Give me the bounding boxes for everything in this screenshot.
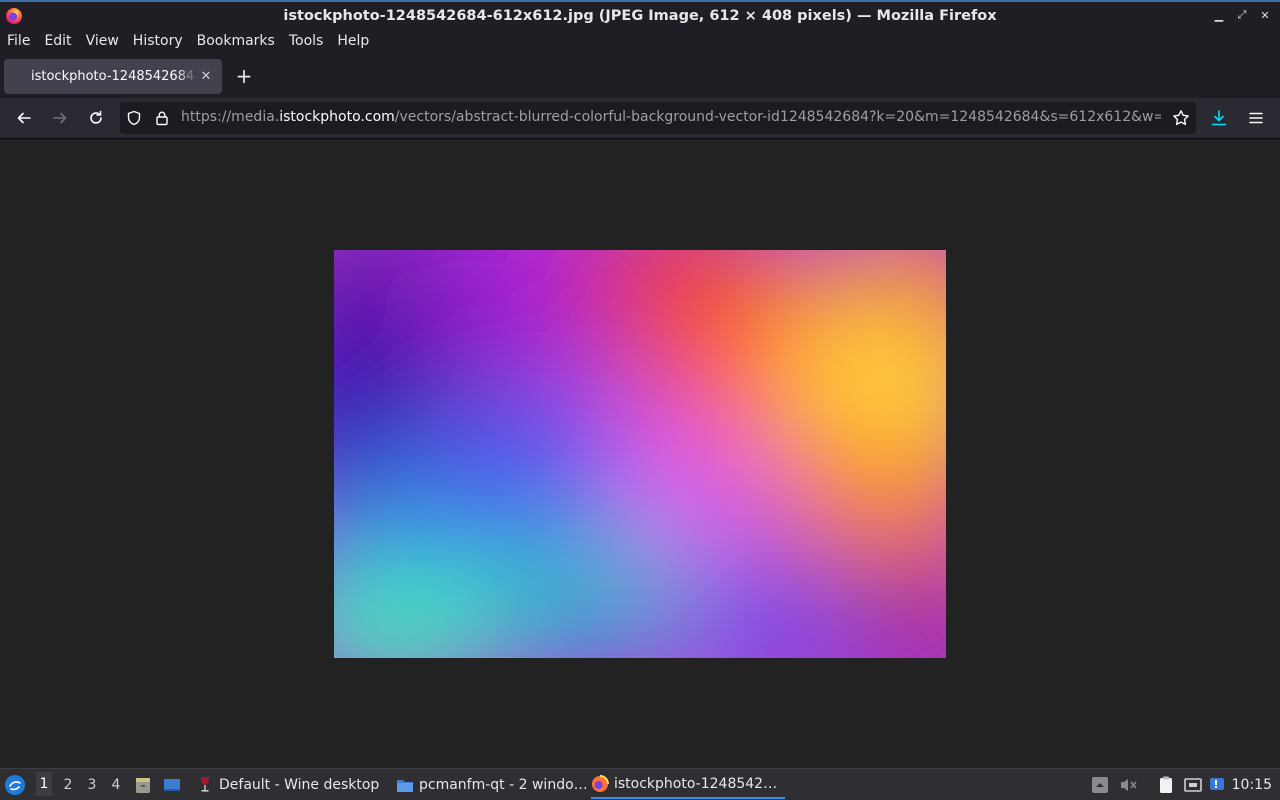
url-text[interactable]: https://media.istockphoto.com/vectors/ab…: [181, 109, 1161, 125]
tracking-protection-shield-icon[interactable]: [126, 110, 142, 126]
volume-muted-icon[interactable]: [1118, 775, 1138, 795]
downloads-button[interactable]: [1208, 107, 1230, 129]
workspace-4[interactable]: 4: [108, 777, 124, 793]
menu-view[interactable]: View: [86, 33, 119, 49]
menu-history[interactable]: History: [133, 33, 183, 49]
task-label: istockphoto-1248542…: [614, 776, 778, 792]
tab-image[interactable]: istockphoto-1248542684-612x612.jpg (JPEG…: [4, 59, 222, 94]
hamburger-menu-icon: [1249, 112, 1263, 124]
menu-file[interactable]: File: [7, 33, 30, 49]
workspace-1[interactable]: 1: [36, 772, 52, 796]
back-arrow-icon: [17, 112, 31, 124]
bookmark-star-icon[interactable]: [1172, 109, 1190, 127]
forward-button[interactable]: [49, 107, 71, 129]
plus-icon: +: [235, 64, 253, 88]
close-icon[interactable]: ✕: [1258, 8, 1272, 22]
app-menu-button[interactable]: [1245, 107, 1267, 129]
task-wine-desktop[interactable]: Default - Wine desktop: [196, 771, 379, 799]
tab-close-icon[interactable]: ✕: [198, 68, 214, 84]
file-cabinet-icon[interactable]: [134, 776, 152, 794]
show-desktop-icon[interactable]: [163, 776, 181, 794]
menu-bookmarks[interactable]: Bookmarks: [197, 33, 275, 49]
gradient-artwork: [334, 250, 946, 658]
start-menu-icon[interactable]: [4, 774, 26, 796]
window-controls: ▁ ⤢ ✕: [1212, 8, 1272, 22]
reload-button[interactable]: [85, 107, 107, 129]
wine-icon: [201, 777, 209, 792]
menu-help[interactable]: Help: [337, 33, 369, 49]
abstract-gradient-image[interactable]: [334, 250, 946, 658]
clipboard-icon[interactable]: [1156, 775, 1176, 795]
folder-icon: [397, 780, 413, 792]
maximize-icon[interactable]: ⤢: [1235, 8, 1249, 22]
menu-bar: File Edit View History Bookmarks Tools H…: [0, 29, 1280, 53]
download-icon: [1211, 110, 1227, 126]
url-prefix: https://media.: [181, 109, 280, 125]
tab-label: istockphoto-1248542684-612x612.jpg (JPEG…: [31, 69, 197, 84]
network-icon[interactable]: [1183, 775, 1203, 795]
navigation-toolbar: https://media.istockphoto.com/vectors/ab…: [0, 98, 1280, 139]
forward-arrow-icon: [53, 112, 67, 124]
window-titlebar: istockphoto-1248542684-612x612.jpg (JPEG…: [0, 0, 1280, 29]
lock-icon[interactable]: [154, 110, 170, 126]
url-path: /vectors/abstract-blurred-colorful-backg…: [394, 109, 1161, 125]
workspace-3[interactable]: 3: [84, 777, 100, 793]
update-notifier-icon[interactable]: [1208, 775, 1228, 795]
minimize-icon[interactable]: ▁: [1212, 8, 1226, 22]
task-label: Default - Wine desktop: [219, 777, 380, 793]
task-firefox[interactable]: istockphoto-1248542…: [591, 771, 785, 799]
task-pcmanfm[interactable]: pcmanfm-qt - 2 windo…: [396, 771, 588, 799]
firefox-icon: [592, 775, 609, 792]
reload-icon: [90, 110, 102, 124]
tray-up-arrow-icon[interactable]: [1090, 775, 1110, 795]
menu-tools[interactable]: Tools: [289, 33, 324, 49]
clock[interactable]: 10:15: [1232, 777, 1272, 793]
back-button[interactable]: [13, 107, 35, 129]
url-domain: istockphoto.com: [279, 109, 395, 125]
url-bar[interactable]: https://media.istockphoto.com/vectors/ab…: [120, 102, 1196, 134]
new-tab-button[interactable]: +: [234, 66, 254, 86]
firefox-icon: [6, 8, 22, 24]
task-label: pcmanfm-qt - 2 windo…: [419, 777, 588, 793]
tab-strip: istockphoto-1248542684-612x612.jpg (JPEG…: [0, 53, 1280, 98]
window-title: istockphoto-1248542684-612x612.jpg (JPEG…: [283, 7, 997, 24]
menu-edit[interactable]: Edit: [44, 33, 71, 49]
workspace-2[interactable]: 2: [60, 777, 76, 793]
system-taskbar: 1 2 3 4 Default - Wine desktop pcmanfm-q…: [0, 768, 1280, 800]
image-viewer-area: [0, 140, 1280, 768]
